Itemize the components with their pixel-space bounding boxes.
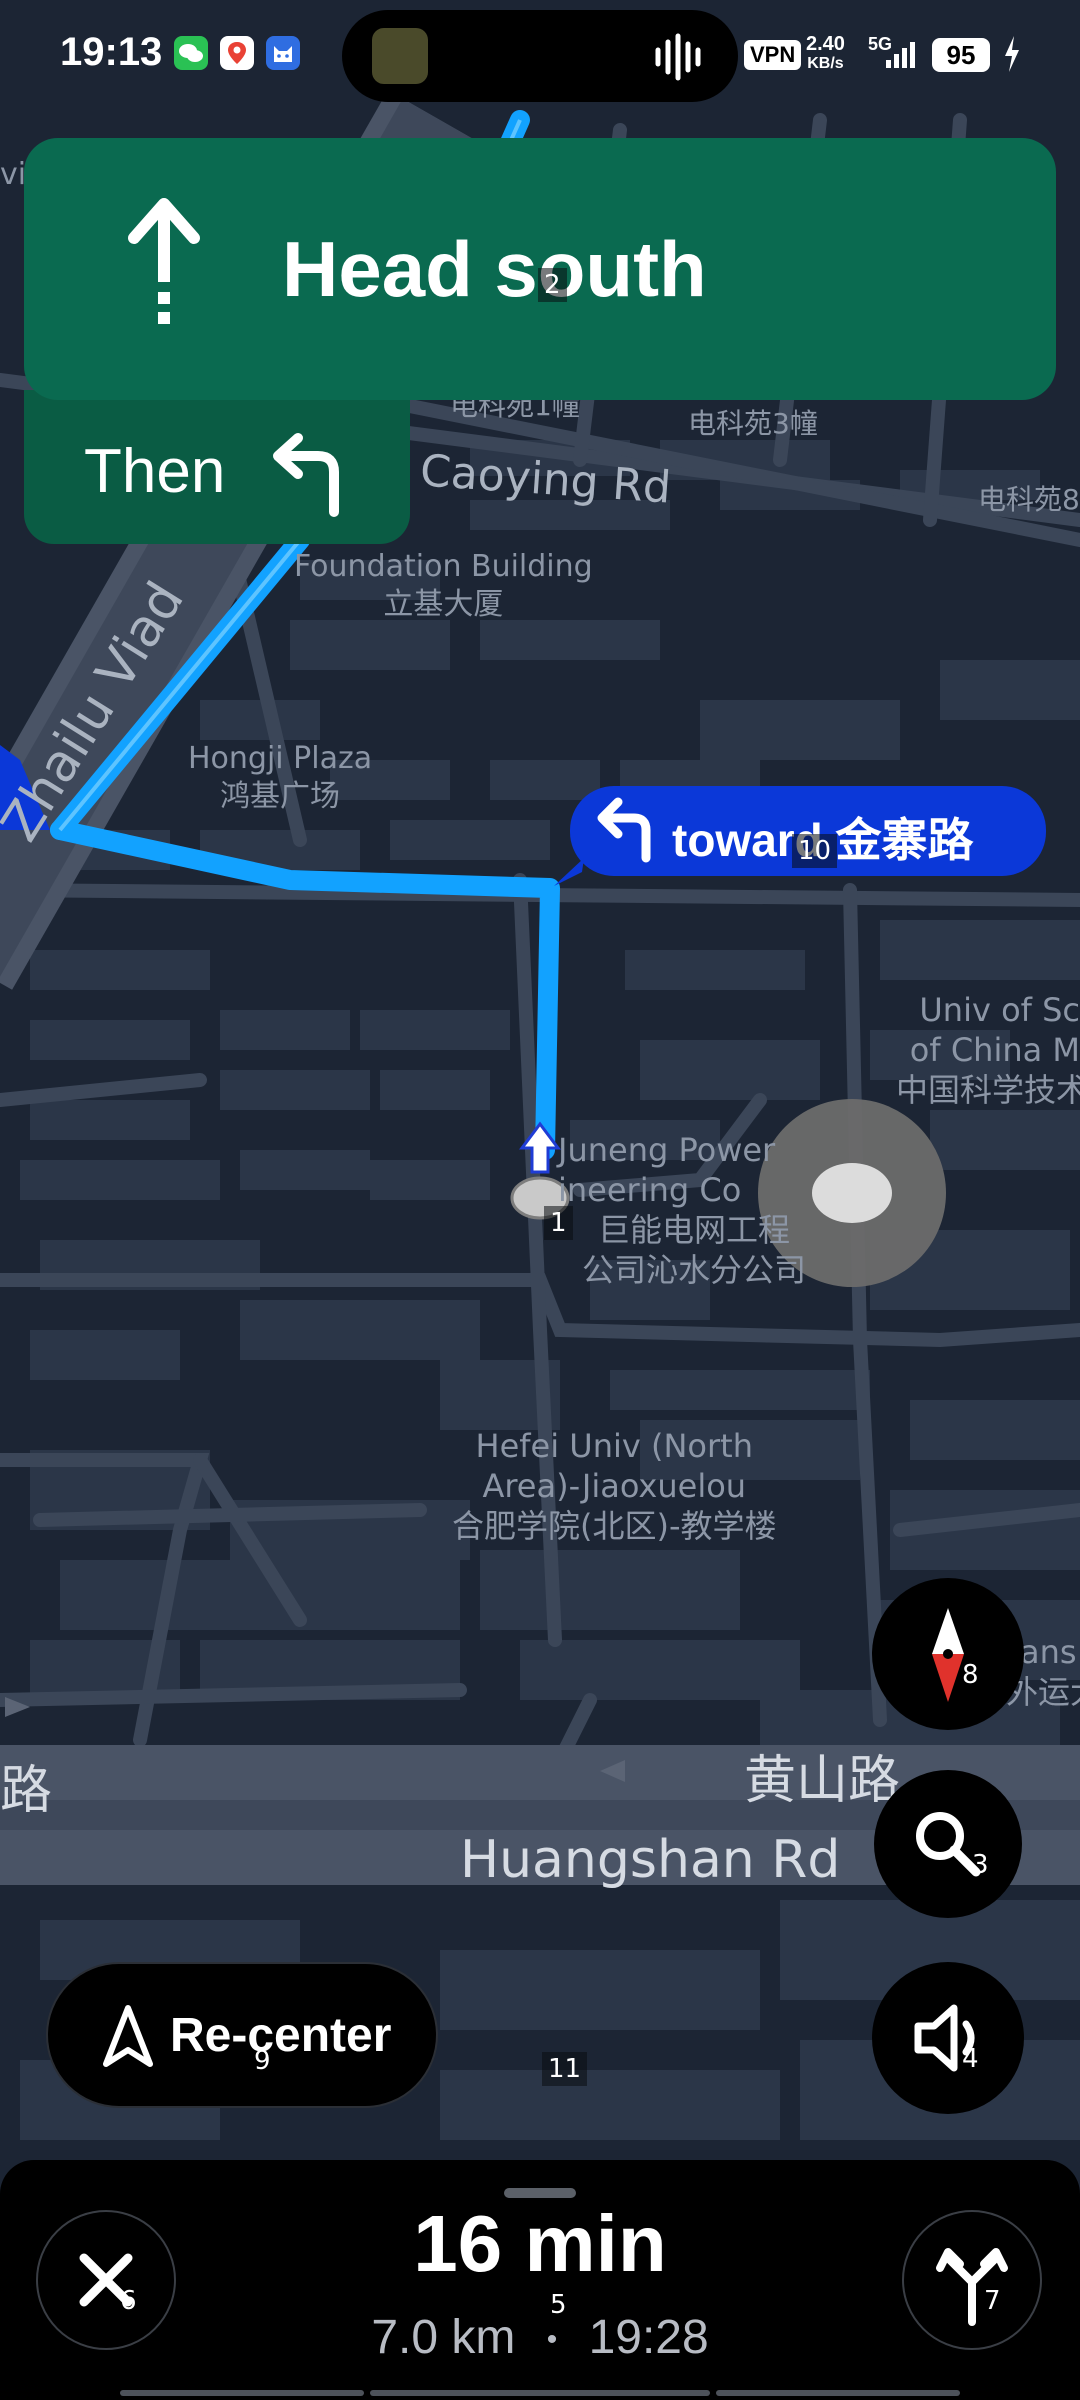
- sound-button[interactable]: 4: [872, 1962, 1024, 2114]
- net-speed-value: 2.40: [806, 33, 845, 55]
- status-time: 19:13: [60, 30, 163, 74]
- juneng-line-1: Juneng Power: [558, 1131, 776, 1169]
- university-line-2: of China M: [909, 1031, 1080, 1069]
- road-fragment-label: 路: [0, 1761, 53, 1821]
- navigation-arrow-icon: [103, 2005, 153, 2067]
- trip-summary-sheet[interactable]: 6 16 min 7.0 km • 19:28 5 7: [0, 2160, 1080, 2400]
- marker-7: 7: [984, 2286, 1001, 2316]
- next-maneuver-panel[interactable]: Then: [24, 390, 410, 544]
- vpn-badge: VPN: [744, 40, 802, 70]
- straight-arrow-icon: [128, 198, 200, 324]
- transport-line-1: ans: [1020, 1633, 1077, 1671]
- recenter-button[interactable]: Re-center 9: [46, 1962, 438, 2108]
- university-line-3: 中国科学技术: [896, 1071, 1080, 1109]
- cat-app-icon: [266, 36, 300, 70]
- marker-10: 10: [792, 834, 838, 868]
- trip-separator: •: [546, 2323, 558, 2357]
- nav-bar-segment-3[interactable]: [716, 2390, 960, 2396]
- huangshan-road-en-label: Huangshan Rd: [460, 1830, 841, 1890]
- recenter-label: Re-center: [170, 2009, 392, 2062]
- hefei-line-1: Hefei Univ (North: [475, 1427, 753, 1465]
- compass-icon: [932, 1608, 964, 1702]
- nav-bar-segment-2[interactable]: [370, 2390, 710, 2396]
- charging-icon: [1005, 36, 1019, 72]
- direction-banner[interactable]: Head south 2: [24, 138, 1056, 400]
- marker-2: 2: [538, 268, 567, 302]
- then-label: Then: [84, 437, 226, 506]
- marker-5: 5: [550, 2290, 567, 2320]
- marker-9: 9: [254, 2046, 271, 2076]
- audio-wave-icon: [655, 33, 701, 81]
- hefei-university-label: Hefei Univ (North Area)-Jiaoxuelou 合肥学院(…: [452, 1426, 777, 1546]
- signal-icon: [886, 42, 915, 68]
- turn-left-icon: [597, 797, 651, 863]
- trip-distance: 7.0 km: [371, 2311, 516, 2364]
- juneng-line-2: ineering Co: [558, 1171, 742, 1209]
- direction-text: Head south: [282, 225, 707, 313]
- hongji-plaza-label: Hongji Plaza 鸿基广场: [188, 740, 372, 815]
- arrival-time: 19:28: [588, 2311, 709, 2364]
- marker-1: 1: [544, 1206, 573, 1240]
- sound-icon: [914, 2004, 975, 2072]
- juneng-line-4: 公司沁水分公司: [582, 1251, 807, 1289]
- turn-left-icon: [273, 433, 339, 517]
- media-thumbnail: [372, 28, 428, 84]
- foundation-building-zh: 立基大厦: [383, 586, 504, 622]
- search-icon: [916, 1812, 981, 1877]
- foundation-building-en: Foundation Building: [294, 549, 593, 584]
- navigation-screen: Zhailu Viad Caoying Rd 电科苑3幢 电科苑1幢 电科苑8 …: [0, 0, 1080, 2400]
- route-options-button[interactable]: 7: [902, 2210, 1042, 2350]
- dynamic-island[interactable]: [342, 10, 738, 102]
- juneng-power-label: Juneng Power ineering Co 巨能电网工程 公司沁水分公司: [558, 1130, 806, 1290]
- hongji-plaza-en: Hongji Plaza: [188, 741, 373, 776]
- maps-app-icon: [220, 36, 254, 70]
- route-callout[interactable]: toward 金寨路 10: [554, 786, 1046, 886]
- nav-bar-segment-1[interactable]: [120, 2390, 364, 2396]
- hongji-plaza-zh: 鸿基广场: [220, 778, 341, 814]
- net-speed: 2.40 KB/s: [806, 34, 845, 74]
- search-button[interactable]: 3: [874, 1770, 1022, 1918]
- battery-indicator: 95: [932, 38, 990, 72]
- callout-pointer: [554, 858, 584, 886]
- university-line-1: Univ of Sc: [919, 991, 1080, 1029]
- status-bar: 19:13 VPN 2.40 KB/s 5G 95: [0, 0, 1080, 112]
- net-speed-unit: KB/s: [807, 55, 844, 72]
- wechat-icon: [174, 36, 208, 70]
- sheet-handle[interactable]: [504, 2188, 576, 2198]
- foundation-building-label: Foundation Building 立基大厦: [294, 548, 593, 623]
- transport-label: ans 外运大: [1006, 1632, 1080, 1712]
- dianke8-label: 电科苑8: [978, 483, 1080, 516]
- university-label: Univ of Sc of China M 中国科学技术: [896, 990, 1080, 1110]
- marker-11: 11: [542, 2052, 588, 2086]
- route-options-icon: [936, 2248, 1008, 2326]
- marker-3: 3: [972, 1850, 989, 1880]
- marker-4: 4: [962, 2044, 979, 2074]
- compass-button[interactable]: 8: [872, 1578, 1024, 1730]
- hefei-line-3: 合肥学院(北区)-教学楼: [452, 1507, 777, 1545]
- dianke3-label: 电科苑3幢: [688, 407, 818, 440]
- hefei-line-2: Area)-Jiaoxuelou: [482, 1467, 747, 1505]
- edge-vi-label: vi: [0, 157, 27, 192]
- juneng-line-3: 巨能电网工程: [598, 1211, 791, 1249]
- marker-8: 8: [962, 1660, 979, 1690]
